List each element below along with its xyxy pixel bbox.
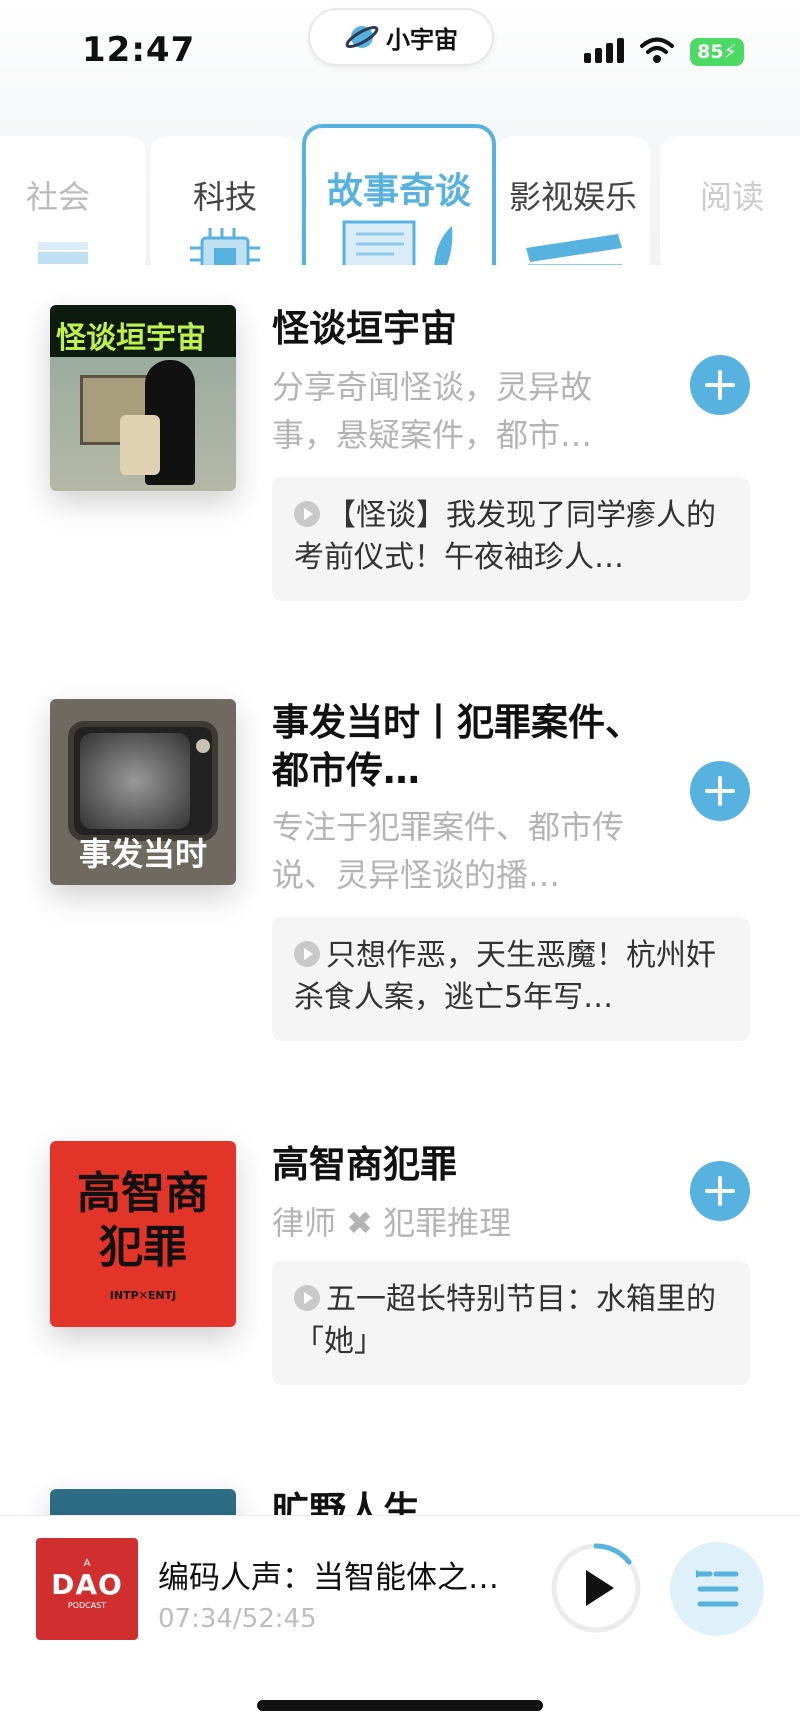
play-icon: [294, 1285, 320, 1311]
mini-player[interactable]: A DAO PODCAST 编码人声：当智能体之… 07:34/52:45: [0, 1515, 800, 1655]
play-icon: [294, 501, 320, 527]
cover-logo-text: DAO: [51, 1568, 123, 1601]
building-icon: [38, 242, 88, 264]
status-time: 12:47: [82, 30, 196, 70]
latest-episode[interactable]: 五一超长特别节目：水箱里的「她」: [272, 1261, 750, 1385]
chip-icon: [190, 228, 260, 265]
latest-episode[interactable]: 只想作恶，天生恶魔！杭州奸杀食人案，逃亡5年写…: [272, 917, 750, 1041]
tab-label: 科技: [192, 178, 257, 216]
tab-label: 阅读: [700, 178, 765, 216]
podcast-description: 律师 ✖ 犯罪推理: [272, 1204, 512, 1242]
tab-label: 社会: [25, 178, 90, 216]
cover-title-text: 怪谈垣宇宙: [50, 305, 236, 357]
battery-indicator: 85 ⚡: [690, 38, 744, 66]
podcast-title: 怪谈垣宇宙: [272, 307, 457, 350]
add-icon[interactable]: [690, 761, 750, 821]
tab-tech[interactable]: 科技: [150, 136, 300, 265]
cellular-signal-icon: [584, 38, 624, 63]
queue-icon: [696, 1570, 739, 1607]
tab-social[interactable]: 社会: [0, 136, 146, 265]
podcast-list: 怪谈垣宇宙 怪谈垣宇宙 分享奇闻怪谈，灵异故事，悬疑案件，都市… 【怪谈】我发现…: [0, 265, 800, 1515]
podcast-title: 高智商犯罪: [272, 1143, 457, 1186]
tab-label: 故事奇谈: [326, 171, 471, 212]
cover-title-text: 高智商犯罪: [77, 1168, 209, 1273]
app-name: 小宇宙: [386, 25, 458, 54]
app-name-pill[interactable]: 小宇宙: [308, 8, 494, 66]
cover-bottom-text: PODCAST: [67, 1601, 107, 1610]
podcast-title: 旷野人生: [272, 1489, 420, 1515]
wifi-icon: [640, 37, 674, 63]
latest-episode[interactable]: 【怪谈】我发现了同学瘆人的考前仪式！午夜袖珍人…: [272, 477, 750, 601]
add-icon[interactable]: [690, 1161, 750, 1221]
episode-title: 只想作恶，天生恶魔！杭州奸杀食人案，逃亡5年写…: [294, 938, 716, 1015]
episode-title: 五一超长特别节目：水箱里的「她」: [294, 1282, 716, 1359]
planet-icon: [345, 25, 379, 49]
cover-title-text: 事发当时: [78, 835, 207, 873]
player-title: 编码人声：当智能体之…: [158, 1560, 499, 1596]
play-icon[interactable]: [548, 1540, 644, 1636]
home-indicator[interactable]: [257, 1700, 543, 1711]
player-cover: A DAO PODCAST: [36, 1538, 138, 1640]
status-bar: 12:47 小宇宙 85 ⚡: [0, 0, 800, 110]
newspaper-icon: [342, 220, 453, 265]
cover-subtext: INTP✕ENTJ: [109, 1289, 177, 1302]
queue-button[interactable]: [670, 1542, 764, 1636]
battery-level: 85: [697, 41, 724, 63]
podcast-title: 事发当时丨犯罪案件、都市传…: [272, 701, 642, 792]
podcast-description: 专注于犯罪案件、都市传说、灵异怪谈的播…: [272, 808, 625, 894]
add-icon[interactable]: [690, 355, 750, 415]
podcast-cover: 事发当时: [50, 699, 236, 885]
tab-stories[interactable]: 故事奇谈: [302, 124, 496, 265]
podcast-cover: 高智商犯罪 INTP✕ENTJ: [50, 1141, 236, 1327]
podcast-cover: 怪谈垣宇宙: [50, 305, 236, 491]
podcast-description: 分享奇闻怪谈，灵异故事，悬疑案件，都市…: [272, 368, 593, 454]
play-icon: [294, 941, 320, 967]
tab-label: 影视娱乐: [508, 178, 637, 216]
cover-top-text: A: [83, 1558, 91, 1569]
episode-title: 【怪谈】我发现了同学瘆人的考前仪式！午夜袖珍人…: [294, 498, 716, 575]
tab-entertainment[interactable]: 影视娱乐: [496, 136, 650, 265]
podcast-cover: [50, 1489, 236, 1515]
player-time: 07:34/52:45: [158, 1604, 317, 1634]
category-tabs: 社会 科技 故事奇谈 影视娱乐 阅读: [0, 110, 800, 265]
clapperboard-icon: [526, 234, 622, 265]
tab-reading[interactable]: 阅读: [660, 136, 800, 265]
